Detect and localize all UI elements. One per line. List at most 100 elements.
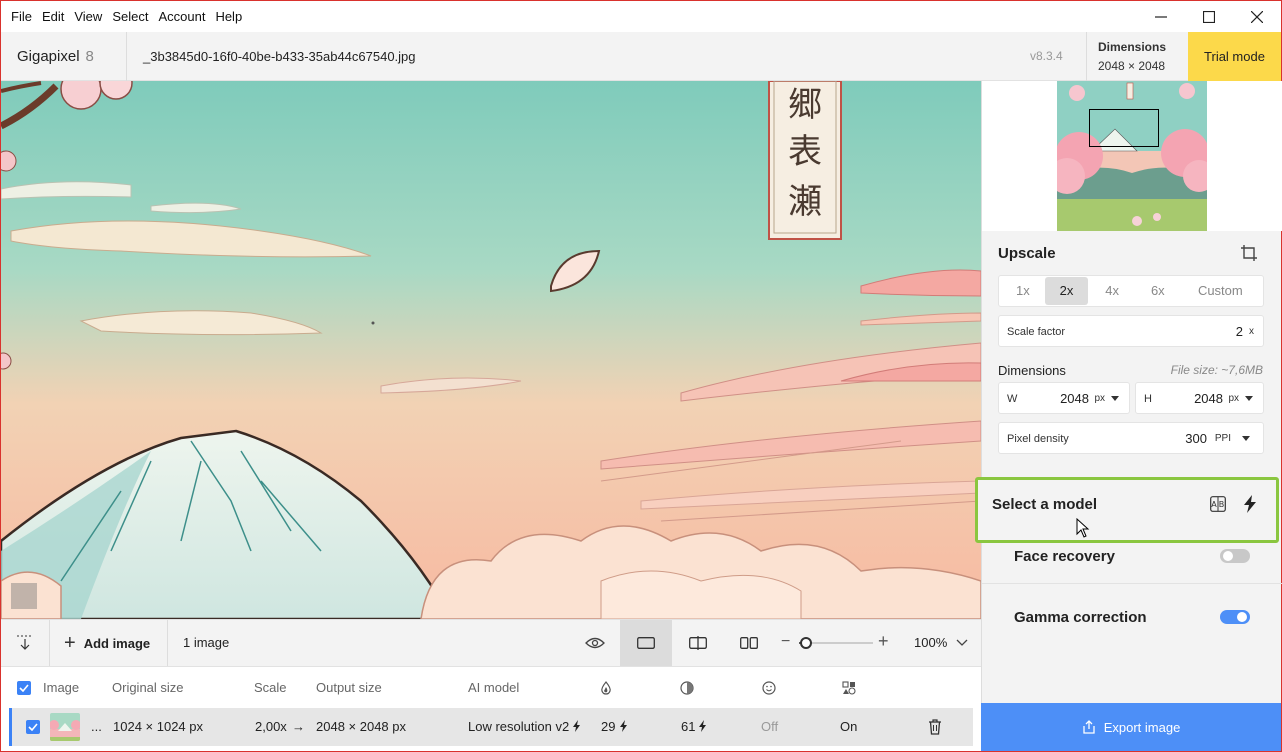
add-image-button[interactable]: + Add image <box>64 620 150 666</box>
collapse-down-icon <box>17 635 33 650</box>
menu-edit[interactable]: Edit <box>37 1 69 32</box>
row-divider <box>982 583 1282 584</box>
face-recovery-label: Face recovery <box>1014 548 1115 565</box>
scale-option-2x[interactable]: 2x <box>1044 277 1089 305</box>
pixel-density-label: Pixel density <box>1007 433 1069 445</box>
svg-text:B: B <box>1219 500 1225 509</box>
settings-panel: Upscale 1x 2x 4x 6x Custom Scale factor … <box>975 81 1282 703</box>
height-label: H <box>1144 393 1152 405</box>
window-controls <box>1137 1 1281 32</box>
menu-account[interactable]: Account <box>153 1 210 32</box>
bolt-icon <box>698 708 707 746</box>
height-field[interactable]: H 2048 px <box>1135 382 1264 414</box>
menu-file[interactable]: File <box>6 1 37 32</box>
scale-option-1x[interactable]: 1x <box>1001 277 1045 305</box>
col-image: Image <box>43 680 80 695</box>
row-value-1: 29 <box>601 719 616 734</box>
select-model-button[interactable]: Select a model AB <box>975 477 1279 543</box>
select-all-checkbox[interactable] <box>17 681 31 695</box>
check-icon <box>28 723 38 731</box>
image-table-header: Image Original size Scale Output size AI… <box>1 668 981 708</box>
image-canvas[interactable]: 郷 表 瀬 <box>1 81 981 619</box>
navigator-viewport[interactable] <box>1089 109 1159 147</box>
menu-select[interactable]: Select <box>107 1 153 32</box>
menu-help[interactable]: Help <box>210 1 247 32</box>
zoom-handle[interactable] <box>800 637 813 649</box>
side-by-side-button[interactable] <box>723 620 775 666</box>
col-ai-model: AI model <box>468 680 520 695</box>
split-view-icon <box>689 636 707 650</box>
zoom-out-icon[interactable]: − <box>781 633 790 651</box>
toolbar-divider <box>167 620 168 666</box>
row-checkbox[interactable] <box>26 720 40 734</box>
navigator-thumbnail[interactable] <box>1057 81 1207 231</box>
file-name: _3b3845d0-16f0-40be-b433-35ab44c67540.jp… <box>143 49 416 64</box>
zoom-in-icon[interactable]: + <box>878 631 889 652</box>
row-scale: 2,00x <box>255 719 287 734</box>
bolt-icon <box>619 708 628 746</box>
preview-eye-icon <box>585 637 605 649</box>
menu-bar: File Edit View Select Account Help <box>1 1 1281 32</box>
app-major-version: 8 <box>85 48 94 65</box>
side-by-side-icon <box>740 637 758 649</box>
app-name: Gigapixel 8 <box>17 48 94 65</box>
trial-mode-button[interactable]: Trial mode <box>1188 32 1281 81</box>
scale-option-4x[interactable]: 4x <box>1088 277 1136 305</box>
bolt-icon[interactable] <box>1243 495 1257 516</box>
chevron-down-icon[interactable] <box>1242 436 1250 441</box>
toggle-knob <box>1237 612 1247 622</box>
split-view-button[interactable] <box>672 620 724 666</box>
preview-toggle-button[interactable] <box>569 620 621 666</box>
col-scale: Scale <box>254 680 287 695</box>
image-count: 1 image <box>183 635 230 650</box>
close-button[interactable] <box>1233 1 1281 32</box>
scale-factor-value[interactable]: 2 <box>1236 316 1243 348</box>
svg-text:瀬: 瀬 <box>788 182 822 222</box>
menu-view[interactable]: View <box>69 1 107 32</box>
navigator <box>982 81 1282 231</box>
row-thumbnail <box>50 713 80 741</box>
gamma-correction-toggle[interactable] <box>1220 610 1250 624</box>
row-ai-model: Low resolution v2 <box>468 719 570 734</box>
face-recovery-toggle[interactable] <box>1220 549 1250 563</box>
maximize-button[interactable] <box>1185 1 1233 32</box>
header-divider <box>126 32 127 81</box>
crop-button[interactable] <box>1240 244 1258 265</box>
svg-text:郷: 郷 <box>788 85 822 125</box>
width-field[interactable]: W 2048 px <box>998 382 1130 414</box>
bolt-icon <box>572 708 581 746</box>
upscale-title: Upscale <box>998 245 1056 262</box>
pixel-density-value[interactable]: 300 <box>1185 423 1207 455</box>
single-view-button[interactable] <box>620 620 672 666</box>
chevron-down-icon[interactable] <box>1111 396 1119 401</box>
delete-row-button[interactable] <box>928 719 942 739</box>
drop-icon <box>600 681 612 698</box>
mouse-cursor-icon <box>1076 517 1090 541</box>
scale-factor-unit: x <box>1249 326 1254 337</box>
row-output-size: 2048 × 2048 px <box>316 719 406 734</box>
toggle-knob <box>1223 551 1233 561</box>
pixel-density-unit: PPI <box>1214 433 1231 444</box>
col-output-size: Output size <box>316 680 382 695</box>
table-row[interactable]: ... 1024 × 1024 px 2,00x → 2048 × 2048 p… <box>9 708 973 746</box>
chevron-down-icon[interactable] <box>1245 396 1253 401</box>
collapse-list-button[interactable] <box>13 620 37 666</box>
zoom-slider[interactable]: − + <box>779 620 889 666</box>
export-image-button[interactable]: Export image <box>981 703 1281 751</box>
compare-models-icon[interactable]: AB <box>1210 496 1226 515</box>
pixel-density-field[interactable]: Pixel density 300 PPI <box>998 422 1264 454</box>
height-value[interactable]: 2048 <box>1194 383 1223 415</box>
minimize-button[interactable] <box>1137 1 1185 32</box>
scale-factor-label: Scale factor <box>1007 326 1066 338</box>
zoom-percentage[interactable]: 100% <box>914 620 947 666</box>
width-value[interactable]: 2048 <box>1060 383 1089 415</box>
export-icon <box>1083 720 1095 734</box>
row-original-size: 1024 × 1024 px <box>113 719 203 734</box>
scale-option-custom[interactable]: Custom <box>1180 277 1261 305</box>
width-unit: px <box>1094 393 1105 404</box>
scale-option-6x[interactable]: 6x <box>1136 277 1180 305</box>
dimensions-label: Dimensions <box>1098 40 1167 54</box>
scale-factor-field[interactable]: Scale factor 2 x <box>998 315 1264 347</box>
zoom-dropdown[interactable] <box>956 620 968 666</box>
dimensions-readout: Dimensions 2048 × 2048 <box>1086 32 1189 81</box>
